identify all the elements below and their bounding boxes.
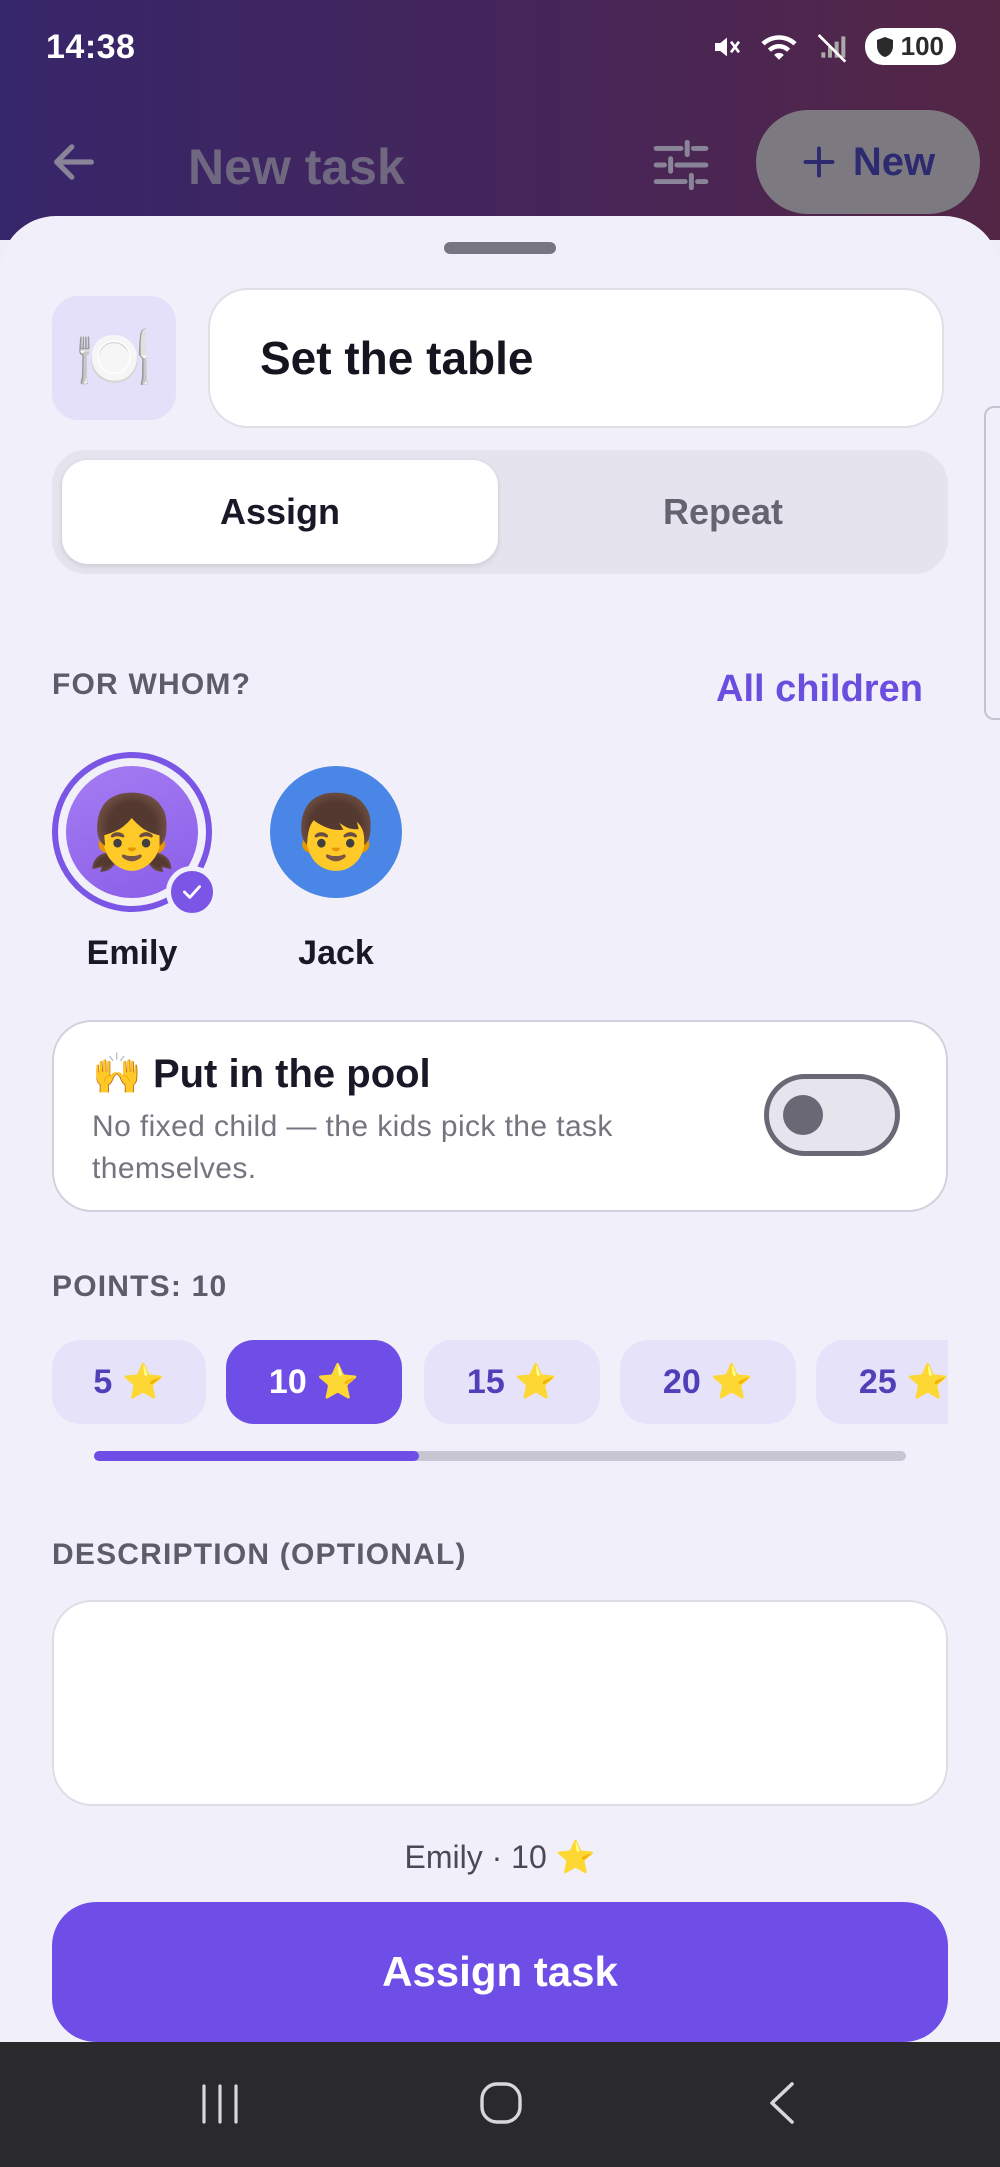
description-label: DESCRIPTION (OPTIONAL): [52, 1538, 467, 1571]
signal-off-icon: [817, 33, 846, 63]
plate-icon: 🍽️: [75, 323, 153, 393]
boy-icon: 👦: [291, 792, 381, 873]
star-icon: ⭐: [122, 1363, 165, 1401]
status-time: 14:38: [46, 28, 136, 66]
battery-level: 100: [900, 31, 944, 61]
description-input[interactable]: [52, 1600, 948, 1806]
star-icon: ⭐: [906, 1363, 948, 1401]
drag-handle[interactable]: [444, 242, 556, 254]
girl-icon: 👧: [87, 792, 177, 873]
child-avatar-jack[interactable]: 👦: [270, 766, 402, 898]
points-value: 10: [268, 1362, 307, 1401]
recent-apps-icon[interactable]: [196, 2080, 244, 2128]
task-icon-picker[interactable]: 🍽️: [52, 296, 176, 420]
star-icon: ⭐: [316, 1363, 360, 1401]
home-icon[interactable]: [476, 2078, 526, 2128]
points-value: 25: [858, 1362, 897, 1401]
pool-description: No fixed child — the kids pick the task …: [92, 1110, 613, 1185]
points-chip-25[interactable]: 25 ⭐: [816, 1340, 948, 1424]
child-name-emily: Emily: [86, 934, 178, 972]
summary-points: 10: [511, 1839, 547, 1875]
points-chip-15[interactable]: 15 ⭐: [424, 1340, 600, 1424]
points-scrollbar[interactable]: [94, 1451, 906, 1461]
selected-check-icon: [166, 866, 218, 918]
page-title: New task: [188, 139, 405, 195]
summary-separator: ·: [491, 1839, 503, 1875]
pool-title-text: Put in the pool: [152, 1052, 431, 1096]
tab-assign[interactable]: Assign: [62, 460, 498, 564]
assign-task-button[interactable]: Assign task: [52, 1902, 948, 2042]
raised-hands-icon: 🙌: [92, 1052, 142, 1096]
scrollbar-thumb[interactable]: [94, 1451, 419, 1461]
wifi-icon: [761, 34, 797, 60]
summary-child: Emily: [404, 1839, 483, 1875]
for-whom-label: FOR WHOM?: [52, 668, 252, 701]
pool-toggle[interactable]: [764, 1074, 900, 1156]
new-button-label: New: [852, 139, 936, 184]
mute-icon: [714, 37, 740, 56]
star-icon: ⭐: [514, 1363, 558, 1401]
filter-icon[interactable]: [652, 140, 710, 190]
plus-icon: [803, 146, 835, 178]
status-icons: 100: [711, 28, 956, 65]
points-value: 5: [93, 1362, 113, 1401]
points-chip-20[interactable]: 20 ⭐: [620, 1340, 796, 1424]
back-icon[interactable]: [762, 2078, 802, 2128]
all-children-link[interactable]: All children: [716, 668, 923, 711]
tab-repeat[interactable]: Repeat: [508, 460, 938, 564]
task-name-value: Set the table: [260, 332, 534, 384]
new-button[interactable]: New: [756, 110, 980, 214]
app-bar: 14:38 100 New task New: [0, 0, 1000, 240]
pool-title: 🙌 Put in the pool: [92, 1050, 431, 1097]
mode-toggle: Assign Repeat: [52, 450, 948, 574]
battery-indicator: 100: [864, 28, 956, 65]
points-value: 15: [466, 1362, 505, 1401]
points-value: 20: [662, 1362, 701, 1401]
star-icon: ⭐: [710, 1363, 754, 1401]
task-name-input[interactable]: Set the table: [208, 288, 944, 428]
star-icon: ⭐: [555, 1839, 596, 1875]
points-chip-10[interactable]: 10 ⭐: [226, 1340, 402, 1424]
new-task-sheet: 🍽️ Set the table Assign Repeat FOR WHOM?…: [0, 216, 1000, 2042]
points-chip-row: 5 ⭐ 10 ⭐ 15 ⭐ 20 ⭐ 25 ⭐: [52, 1340, 948, 1424]
shield-icon: [876, 36, 893, 57]
toggle-knob: [783, 1095, 823, 1135]
pool-option-card: 🙌 Put in the pool No fixed child — the k…: [52, 1020, 948, 1212]
edge-panel-handle[interactable]: [984, 406, 1000, 720]
system-nav-bar: [0, 2042, 1000, 2167]
points-label: POINTS: 10: [52, 1270, 228, 1303]
points-chip-5[interactable]: 5 ⭐: [52, 1340, 206, 1424]
child-name-jack: Jack: [298, 934, 374, 972]
assignment-summary: Emily · 10 ⭐: [0, 1838, 1000, 1876]
back-arrow-icon[interactable]: [48, 136, 100, 188]
